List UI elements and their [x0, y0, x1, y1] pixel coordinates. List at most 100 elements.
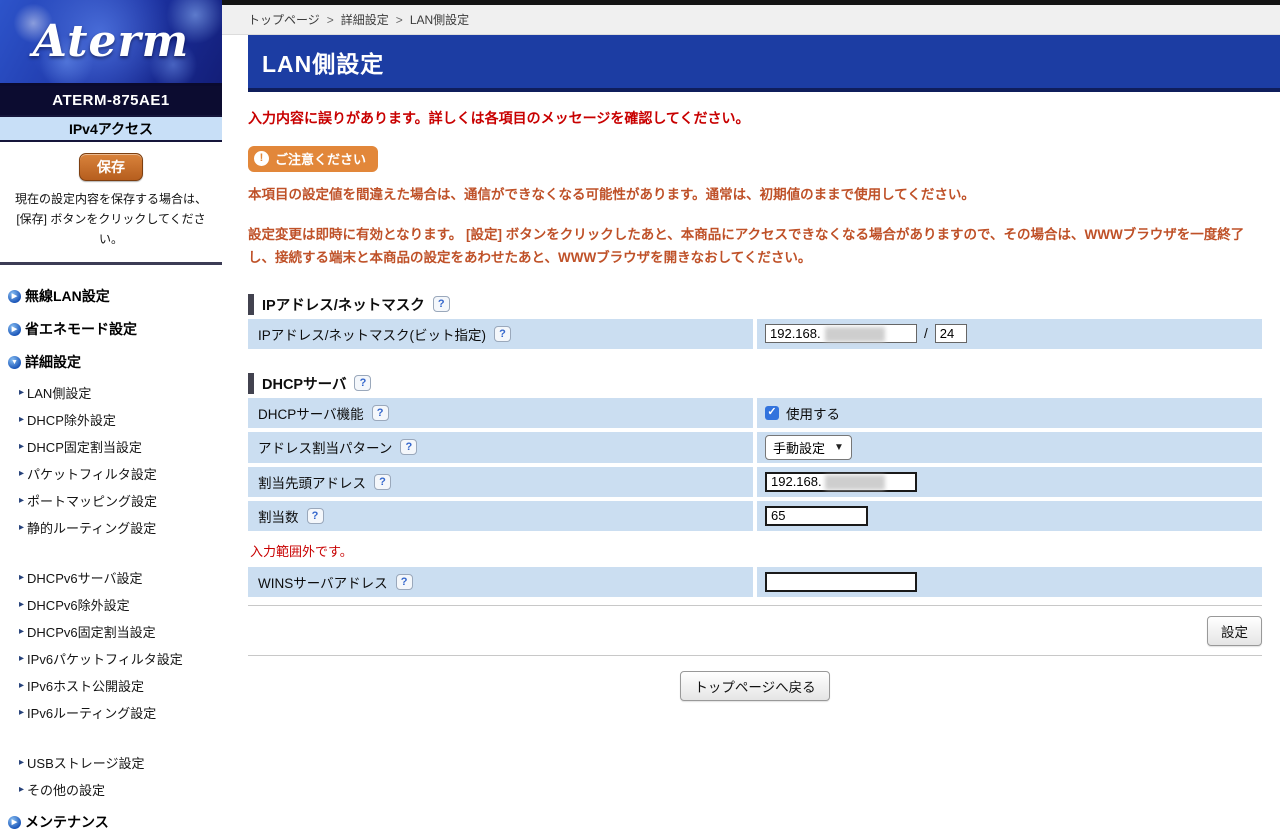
ip-input-wrap	[765, 324, 917, 343]
sidebar-item-ipv6-host-publish[interactable]: ▸ IPv6ホスト公開設定	[19, 676, 218, 695]
main-content: トップページ > 詳細設定 > LAN側設定 LAN側設定 入力内容に誤りがあり…	[222, 0, 1280, 770]
sidebar-item-label: その他の設定	[27, 780, 105, 799]
sidebar-item-label: IPv6ルーティング設定	[27, 703, 156, 722]
help-icon[interactable]: ?	[374, 474, 391, 490]
breadcrumb: トップページ > 詳細設定 > LAN側設定	[222, 5, 1280, 35]
exclamation-icon: !	[254, 151, 269, 166]
access-mode-label: IPv4アクセス	[69, 119, 153, 139]
sidebar-item-lan-settings[interactable]: ▸ LAN側設定	[19, 383, 218, 402]
sidebar-item-packet-filter[interactable]: ▸ パケットフィルタ設定	[19, 464, 218, 483]
sidebar-item-dhcpv6-fixed-assign[interactable]: ▸ DHCPv6固定割当設定	[19, 622, 218, 641]
sidebar-item-port-mapping[interactable]: ▸ ポートマッピング設定	[19, 491, 218, 510]
row-value-cell	[757, 467, 1262, 497]
help-icon[interactable]: ?	[372, 405, 389, 421]
aterm-logo: Aterm	[0, 0, 222, 86]
sidebar-item-label: 省エネモード設定	[25, 319, 137, 339]
sidebar-item-wireless-lan[interactable]: ▶ 無線LAN設定	[8, 286, 218, 306]
sidebar-item-ipv6-routing[interactable]: ▸ IPv6ルーティング設定	[19, 703, 218, 722]
row-value-cell: /	[757, 319, 1262, 349]
help-icon[interactable]: ?	[307, 508, 324, 524]
row-label-text: WINSサーバアドレス	[258, 572, 388, 592]
sub-arrow-icon: ▸	[19, 681, 24, 691]
address-pattern-select[interactable]: 手動設定 ▼	[765, 435, 852, 460]
help-icon[interactable]: ?	[433, 296, 450, 312]
sidebar-item-dhcp-exclusion[interactable]: ▸ DHCP除外設定	[19, 410, 218, 429]
section-title-dhcp-server: DHCPサーバ ?	[248, 373, 1262, 394]
page-title: LAN側設定	[262, 45, 384, 79]
start-address-input[interactable]	[765, 472, 917, 492]
table-row-address-pattern: アドレス割当パターン ? 手動設定 ▼	[248, 432, 1262, 463]
section-title-ip-netmask: IPアドレス/ネットマスク ?	[248, 294, 1262, 315]
save-box: 保存 現在の設定内容を保存する場合は、[保存] ボタンをクリックしてください。	[0, 142, 222, 265]
ip-address-input[interactable]	[765, 324, 917, 343]
row-value-cell: 手動設定 ▼	[757, 432, 1262, 463]
section-title-text: IPアドレス/ネットマスク	[262, 294, 425, 315]
notice-badge-label: ご注意ください	[275, 149, 366, 168]
chevron-down-icon: ▼	[834, 442, 844, 453]
sidebar-item-label: LAN側設定	[27, 383, 91, 402]
back-to-top-button[interactable]: トップページへ戻る	[680, 671, 829, 701]
bullet-right-icon: ▶	[8, 816, 21, 829]
select-value: 手動設定	[773, 438, 825, 457]
row-value-cell	[757, 501, 1262, 531]
breadcrumb-advanced-settings[interactable]: 詳細設定	[341, 11, 389, 28]
assign-count-error: 入力範囲外です。	[248, 531, 1262, 567]
sub-arrow-icon: ▸	[19, 785, 24, 795]
dhcp-enable-checkbox[interactable]: ✓	[765, 406, 779, 420]
row-value-cell	[757, 567, 1262, 597]
sidebar-item-dhcpv6-exclusion[interactable]: ▸ DHCPv6除外設定	[19, 595, 218, 614]
row-label-cell: WINSサーバアドレス ?	[248, 567, 753, 597]
breadcrumb-separator: >	[327, 13, 334, 27]
sidebar-item-label: DHCPv6サーバ設定	[27, 568, 142, 587]
row-label-text: アドレス割当パターン	[258, 437, 392, 457]
menu-gap	[8, 730, 218, 745]
row-label-text: 割当先頭アドレス	[258, 472, 366, 492]
table-row-ip-netmask: IPアドレス/ネットマスク(ビット指定) ? /	[248, 319, 1262, 349]
sub-arrow-icon: ▸	[19, 627, 24, 637]
sub-arrow-icon: ▸	[19, 442, 24, 452]
help-icon[interactable]: ?	[400, 439, 417, 455]
sidebar-item-label: DHCP除外設定	[27, 410, 116, 429]
sidebar-item-other-settings[interactable]: ▸ その他の設定	[19, 780, 218, 799]
assign-count-input[interactable]	[765, 506, 868, 526]
sidebar-item-advanced-settings[interactable]: ▼ 詳細設定	[8, 352, 218, 372]
sidebar-item-static-routing[interactable]: ▸ 静的ルーティング設定	[19, 518, 218, 537]
sidebar-item-label: DHCPv6除外設定	[27, 595, 130, 614]
sidebar-item-eco-mode[interactable]: ▶ 省エネモード設定	[8, 319, 218, 339]
breadcrumb-top-page[interactable]: トップページ	[248, 11, 320, 28]
sub-arrow-icon: ▸	[19, 496, 24, 506]
sub-arrow-icon: ▸	[19, 415, 24, 425]
sidebar-item-label: 静的ルーティング設定	[27, 518, 156, 537]
sidebar-item-label: DHCPv6固定割当設定	[27, 622, 156, 641]
section-title-text: DHCPサーバ	[262, 373, 346, 394]
sidebar-item-label: ポートマッピング設定	[27, 491, 157, 510]
breadcrumb-lan-settings[interactable]: LAN側設定	[410, 11, 469, 28]
menu-gap	[8, 545, 218, 560]
help-icon[interactable]: ?	[494, 326, 511, 342]
sidebar-item-dhcp-fixed-assign[interactable]: ▸ DHCP固定割当設定	[19, 437, 218, 456]
sub-arrow-icon: ▸	[19, 758, 24, 768]
sub-arrow-icon: ▸	[19, 654, 24, 664]
aterm-logo-text: Aterm	[33, 16, 189, 67]
sidebar-item-label: 無線LAN設定	[25, 286, 110, 306]
save-button[interactable]: 保存	[79, 153, 143, 181]
help-icon[interactable]: ?	[396, 574, 413, 590]
device-model: ATERM-875AE1	[52, 92, 169, 109]
sidebar-menu: ▶ 無線LAN設定 ▶ 省エネモード設定 ▼ 詳細設定 ▸ LAN側設定 ▸ D…	[0, 265, 222, 832]
sub-arrow-icon: ▸	[19, 469, 24, 479]
table-row-assign-count: 割当数 ?	[248, 501, 1262, 531]
wins-address-input[interactable]	[765, 572, 917, 592]
sub-arrow-icon: ▸	[19, 388, 24, 398]
help-icon[interactable]: ?	[354, 375, 371, 391]
sidebar-item-dhcpv6-server[interactable]: ▸ DHCPv6サーバ設定	[19, 568, 218, 587]
sidebar-item-ipv6-packet-filter[interactable]: ▸ IPv6パケットフィルタ設定	[19, 649, 218, 668]
sub-arrow-icon: ▸	[19, 600, 24, 610]
sidebar-item-label: IPv6パケットフィルタ設定	[27, 649, 183, 668]
netmask-bits-input[interactable]	[935, 324, 967, 343]
table-row-wins-address: WINSサーバアドレス ?	[248, 567, 1262, 597]
submit-button[interactable]: 設定	[1207, 616, 1262, 646]
notice-paragraph-2: 設定変更は即時に有効となります。 [設定] ボタンをクリックしたあと、本商品にア…	[248, 224, 1262, 270]
sidebar-item-maintenance[interactable]: ▶ メンテナンス	[8, 812, 218, 832]
row-label-text: 割当数	[258, 506, 299, 526]
row-label-cell: 割当数 ?	[248, 501, 753, 531]
